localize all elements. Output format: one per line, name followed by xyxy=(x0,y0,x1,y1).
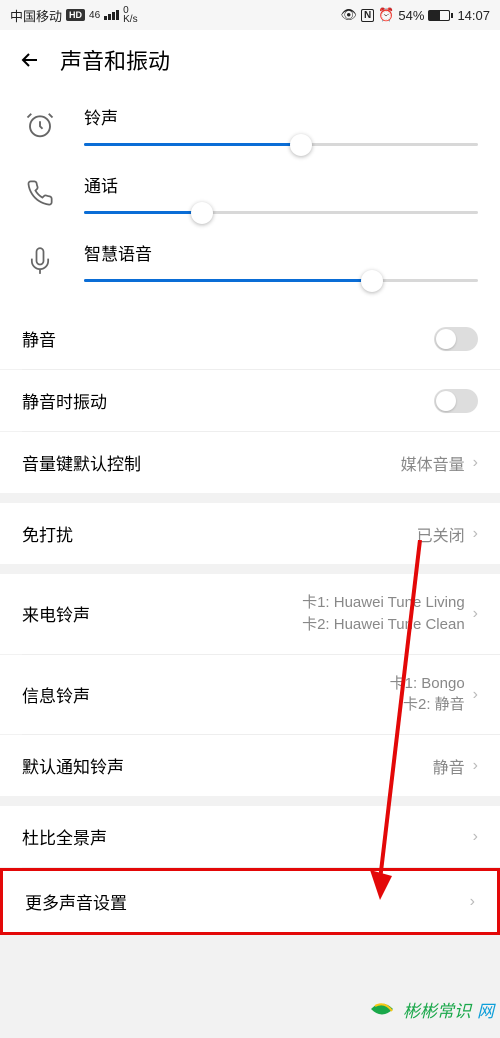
slider-call-track[interactable] xyxy=(84,211,478,214)
row-mute-label: 静音 xyxy=(22,326,56,351)
row-ringtone-default[interactable]: 默认通知铃声 静音 › xyxy=(0,735,500,796)
chevron-icon: › xyxy=(473,525,478,543)
chevron-icon: › xyxy=(473,683,478,706)
slider-call-label: 通话 xyxy=(84,172,478,197)
row-ringtone-default-label: 默认通知铃声 xyxy=(22,753,124,778)
battery-icon xyxy=(428,10,453,21)
row-dnd[interactable]: 免打扰 已关闭 › xyxy=(0,503,500,564)
net-speed: 0 K/s xyxy=(123,6,137,24)
clock-time: 14:07 xyxy=(457,8,490,23)
app-header: 声音和振动 xyxy=(0,30,500,90)
chevron-icon: › xyxy=(473,454,478,472)
slider-voice: 智慧语音 xyxy=(0,230,500,298)
slider-ringtone: 铃声 xyxy=(0,94,500,162)
ringtone-msg-sim2: 卡2: 静音 xyxy=(403,694,465,716)
ringtone-call-sim2: 卡2: Huawei Tune Clean xyxy=(302,614,465,636)
ringtone-msg-sim1: 卡1: Bongo xyxy=(390,673,465,695)
ringtone-call-sim1: 卡1: Huawei Tune Living xyxy=(302,592,465,614)
row-ringtone-call[interactable]: 来电铃声 卡1: Huawei Tune Living 卡2: Huawei T… xyxy=(0,574,500,654)
slider-ringtone-label: 铃声 xyxy=(84,104,478,129)
slider-call: 通话 xyxy=(0,162,500,230)
row-mute[interactable]: 静音 xyxy=(0,308,500,369)
row-vibrate-label: 静音时振动 xyxy=(22,388,107,413)
battery-pct: 54% xyxy=(398,8,424,23)
slider-voice-track[interactable] xyxy=(84,279,478,282)
row-dolby[interactable]: 杜比全景声 › xyxy=(0,806,500,867)
back-icon[interactable] xyxy=(18,48,42,72)
toggle-vibrate[interactable] xyxy=(434,389,478,413)
row-more-sound[interactable]: 更多声音设置 › xyxy=(0,868,500,935)
mic-icon xyxy=(22,247,58,275)
volume-sliders: 铃声 通话 智慧语音 xyxy=(0,90,500,308)
row-volume-key-value: 媒体音量 xyxy=(401,451,465,475)
row-ringtone-msg[interactable]: 信息铃声 卡1: Bongo 卡2: 静音 › xyxy=(0,655,500,735)
row-ringtone-default-value: 静音 xyxy=(433,754,465,778)
page-title: 声音和振动 xyxy=(60,44,170,76)
alarm-icon: ⏰ xyxy=(378,7,394,23)
row-vibrate-on-mute[interactable]: 静音时振动 xyxy=(0,370,500,431)
watermark-logo-icon xyxy=(367,996,397,1022)
row-ringtone-msg-label: 信息铃声 xyxy=(22,682,90,707)
row-dnd-label: 免打扰 xyxy=(22,521,73,546)
status-bar: 中国移动 HD 46 0 K/s 👁 N ⏰ 54% 14:07 xyxy=(0,0,500,30)
nfc-icon: N xyxy=(361,9,374,22)
alarm-clock-icon xyxy=(22,110,58,140)
chevron-icon: › xyxy=(473,828,478,846)
chevron-icon: › xyxy=(473,757,478,775)
net-type: 46 xyxy=(89,10,100,21)
row-dolby-label: 杜比全景声 xyxy=(22,824,107,849)
slider-voice-label: 智慧语音 xyxy=(84,240,478,265)
signal-icon xyxy=(104,10,119,20)
hd-badge: HD xyxy=(66,9,85,21)
carrier-text: 中国移动 xyxy=(10,6,62,25)
row-volume-key[interactable]: 音量键默认控制 媒体音量 › xyxy=(0,432,500,493)
row-volume-key-label: 音量键默认控制 xyxy=(22,450,141,475)
row-more-label: 更多声音设置 xyxy=(25,889,127,914)
watermark-suffix: 网 xyxy=(477,997,494,1022)
chevron-icon: › xyxy=(473,602,478,625)
row-dnd-value: 已关闭 xyxy=(417,522,465,546)
toggle-mute[interactable] xyxy=(434,327,478,351)
eye-icon: 👁 xyxy=(340,7,357,23)
watermark: 彬彬常识网 xyxy=(367,996,494,1022)
watermark-text: 彬彬常识 xyxy=(403,997,471,1022)
chevron-icon: › xyxy=(470,893,475,911)
slider-ringtone-track[interactable] xyxy=(84,143,478,146)
phone-icon xyxy=(22,179,58,207)
row-ringtone-call-label: 来电铃声 xyxy=(22,601,90,626)
